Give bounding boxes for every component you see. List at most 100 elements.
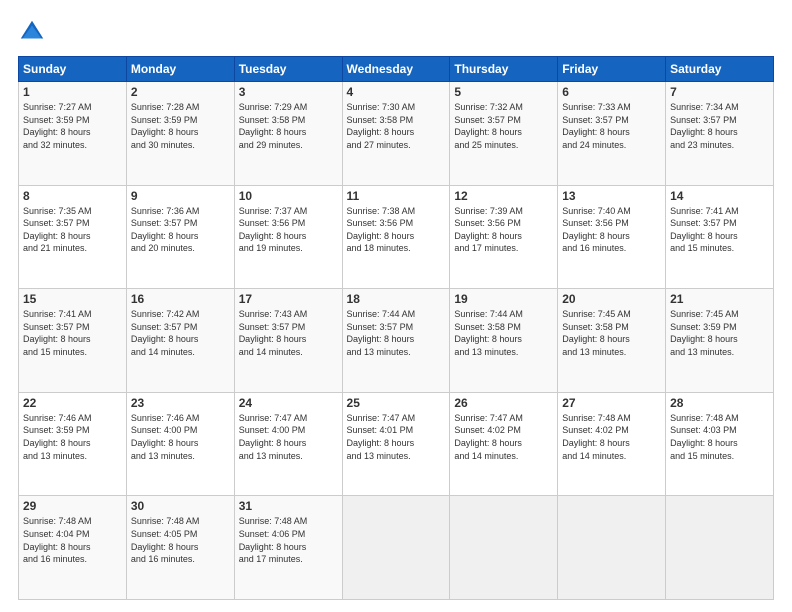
cell-sun-info: Sunrise: 7:47 AMSunset: 4:02 PMDaylight:… — [454, 412, 553, 462]
cell-sun-info: Sunrise: 7:27 AMSunset: 3:59 PMDaylight:… — [23, 101, 122, 151]
calendar-cell: 16 Sunrise: 7:42 AMSunset: 3:57 PMDayligh… — [126, 289, 234, 393]
calendar-cell: 14 Sunrise: 7:41 AMSunset: 3:57 PMDayligh… — [666, 185, 774, 289]
day-number: 22 — [23, 396, 122, 410]
logo-icon — [18, 18, 46, 46]
day-header-tuesday: Tuesday — [234, 57, 342, 82]
calendar-cell: 17 Sunrise: 7:43 AMSunset: 3:57 PMDayligh… — [234, 289, 342, 393]
day-number: 23 — [131, 396, 230, 410]
day-number: 21 — [670, 292, 769, 306]
cell-sun-info: Sunrise: 7:28 AMSunset: 3:59 PMDaylight:… — [131, 101, 230, 151]
cell-sun-info: Sunrise: 7:48 AMSunset: 4:03 PMDaylight:… — [670, 412, 769, 462]
calendar-cell: 21 Sunrise: 7:45 AMSunset: 3:59 PMDayligh… — [666, 289, 774, 393]
day-header-thursday: Thursday — [450, 57, 558, 82]
calendar-cell: 18Sunrise: 7:44 AMSunset: 3:57 PMDayligh… — [342, 289, 450, 393]
calendar-cell: 13 Sunrise: 7:40 AMSunset: 3:56 PMDayligh… — [558, 185, 666, 289]
day-number: 25 — [347, 396, 446, 410]
day-number: 7 — [670, 85, 769, 99]
calendar-week-3: 15Sunrise: 7:41 AMSunset: 3:57 PMDayligh… — [19, 289, 774, 393]
cell-sun-info: Sunrise: 7:29 AMSunset: 3:58 PMDaylight:… — [239, 101, 338, 151]
cell-sun-info: Sunrise: 7:35 AMSunset: 3:57 PMDaylight:… — [23, 205, 122, 255]
logo — [18, 18, 50, 46]
calendar-cell: 9 Sunrise: 7:36 AMSunset: 3:57 PMDaylight… — [126, 185, 234, 289]
calendar-cell: 3 Sunrise: 7:29 AMSunset: 3:58 PMDaylight… — [234, 82, 342, 186]
day-number: 29 — [23, 499, 122, 513]
cell-sun-info: Sunrise: 7:46 AMSunset: 3:59 PMDaylight:… — [23, 412, 122, 462]
calendar-cell: 27 Sunrise: 7:48 AMSunset: 4:02 PMDayligh… — [558, 392, 666, 496]
cell-sun-info: Sunrise: 7:48 AMSunset: 4:04 PMDaylight:… — [23, 515, 122, 565]
header — [18, 18, 774, 46]
cell-sun-info: Sunrise: 7:48 AMSunset: 4:02 PMDaylight:… — [562, 412, 661, 462]
cell-sun-info: Sunrise: 7:47 AMSunset: 4:00 PMDaylight:… — [239, 412, 338, 462]
page: SundayMondayTuesdayWednesdayThursdayFrid… — [0, 0, 792, 612]
calendar-cell: 15Sunrise: 7:41 AMSunset: 3:57 PMDayligh… — [19, 289, 127, 393]
day-number: 24 — [239, 396, 338, 410]
calendar-cell — [342, 496, 450, 600]
cell-sun-info: Sunrise: 7:40 AMSunset: 3:56 PMDaylight:… — [562, 205, 661, 255]
day-number: 1 — [23, 85, 122, 99]
calendar-cell — [666, 496, 774, 600]
day-number: 28 — [670, 396, 769, 410]
calendar-cell: 24 Sunrise: 7:47 AMSunset: 4:00 PMDayligh… — [234, 392, 342, 496]
cell-sun-info: Sunrise: 7:43 AMSunset: 3:57 PMDaylight:… — [239, 308, 338, 358]
day-number: 16 — [131, 292, 230, 306]
calendar-cell: 28 Sunrise: 7:48 AMSunset: 4:03 PMDayligh… — [666, 392, 774, 496]
day-number: 3 — [239, 85, 338, 99]
cell-sun-info: Sunrise: 7:47 AMSunset: 4:01 PMDaylight:… — [347, 412, 446, 462]
day-number: 31 — [239, 499, 338, 513]
day-number: 20 — [562, 292, 661, 306]
calendar-cell: 8 Sunrise: 7:35 AMSunset: 3:57 PMDaylight… — [19, 185, 127, 289]
day-number: 4 — [347, 85, 446, 99]
day-number: 10 — [239, 189, 338, 203]
day-number: 11 — [347, 189, 446, 203]
calendar-cell: 23 Sunrise: 7:46 AMSunset: 4:00 PMDayligh… — [126, 392, 234, 496]
day-number: 17 — [239, 292, 338, 306]
day-header-friday: Friday — [558, 57, 666, 82]
day-number: 8 — [23, 189, 122, 203]
day-number: 9 — [131, 189, 230, 203]
calendar-cell: 6Sunrise: 7:33 AMSunset: 3:57 PMDaylight… — [558, 82, 666, 186]
cell-sun-info: Sunrise: 7:36 AMSunset: 3:57 PMDaylight:… — [131, 205, 230, 255]
cell-sun-info: Sunrise: 7:41 AMSunset: 3:57 PMDaylight:… — [23, 308, 122, 358]
cell-sun-info: Sunrise: 7:45 AMSunset: 3:59 PMDaylight:… — [670, 308, 769, 358]
cell-sun-info: Sunrise: 7:48 AMSunset: 4:06 PMDaylight:… — [239, 515, 338, 565]
calendar-cell: 22 Sunrise: 7:46 AMSunset: 3:59 PMDayligh… — [19, 392, 127, 496]
cell-sun-info: Sunrise: 7:37 AMSunset: 3:56 PMDaylight:… — [239, 205, 338, 255]
calendar-cell: 20 Sunrise: 7:45 AMSunset: 3:58 PMDayligh… — [558, 289, 666, 393]
day-header-sunday: Sunday — [19, 57, 127, 82]
cell-sun-info: Sunrise: 7:30 AMSunset: 3:58 PMDaylight:… — [347, 101, 446, 151]
calendar-cell: 31 Sunrise: 7:48 AMSunset: 4:06 PMDayligh… — [234, 496, 342, 600]
cell-sun-info: Sunrise: 7:46 AMSunset: 4:00 PMDaylight:… — [131, 412, 230, 462]
cell-sun-info: Sunrise: 7:42 AMSunset: 3:57 PMDaylight:… — [131, 308, 230, 358]
cell-sun-info: Sunrise: 7:39 AMSunset: 3:56 PMDaylight:… — [454, 205, 553, 255]
calendar-cell: 19 Sunrise: 7:44 AMSunset: 3:58 PMDayligh… — [450, 289, 558, 393]
day-header-monday: Monday — [126, 57, 234, 82]
calendar-cell: 26 Sunrise: 7:47 AMSunset: 4:02 PMDayligh… — [450, 392, 558, 496]
calendar-cell: 11 Sunrise: 7:38 AMSunset: 3:56 PMDayligh… — [342, 185, 450, 289]
day-number: 30 — [131, 499, 230, 513]
calendar-cell: 5Sunrise: 7:32 AMSunset: 3:57 PMDaylight… — [450, 82, 558, 186]
cell-sun-info: Sunrise: 7:45 AMSunset: 3:58 PMDaylight:… — [562, 308, 661, 358]
calendar-cell: 2 Sunrise: 7:28 AMSunset: 3:59 PMDaylight… — [126, 82, 234, 186]
calendar-cell: 29 Sunrise: 7:48 AMSunset: 4:04 PMDayligh… — [19, 496, 127, 600]
calendar-week-1: 1 Sunrise: 7:27 AMSunset: 3:59 PMDaylight… — [19, 82, 774, 186]
day-number: 26 — [454, 396, 553, 410]
calendar-cell: 1 Sunrise: 7:27 AMSunset: 3:59 PMDaylight… — [19, 82, 127, 186]
calendar-cell — [450, 496, 558, 600]
day-number: 19 — [454, 292, 553, 306]
day-number: 14 — [670, 189, 769, 203]
cell-sun-info: Sunrise: 7:34 AMSunset: 3:57 PMDaylight:… — [670, 101, 769, 151]
day-number: 27 — [562, 396, 661, 410]
day-header-saturday: Saturday — [666, 57, 774, 82]
day-number: 18 — [347, 292, 446, 306]
day-number: 13 — [562, 189, 661, 203]
calendar-header-row: SundayMondayTuesdayWednesdayThursdayFrid… — [19, 57, 774, 82]
day-number: 12 — [454, 189, 553, 203]
cell-sun-info: Sunrise: 7:44 AMSunset: 3:58 PMDaylight:… — [454, 308, 553, 358]
cell-sun-info: Sunrise: 7:33 AMSunset: 3:57 PMDaylight:… — [562, 101, 661, 151]
cell-sun-info: Sunrise: 7:32 AMSunset: 3:57 PMDaylight:… — [454, 101, 553, 151]
calendar-cell: 4 Sunrise: 7:30 AMSunset: 3:58 PMDaylight… — [342, 82, 450, 186]
calendar-week-2: 8 Sunrise: 7:35 AMSunset: 3:57 PMDaylight… — [19, 185, 774, 289]
day-number: 2 — [131, 85, 230, 99]
cell-sun-info: Sunrise: 7:38 AMSunset: 3:56 PMDaylight:… — [347, 205, 446, 255]
cell-sun-info: Sunrise: 7:41 AMSunset: 3:57 PMDaylight:… — [670, 205, 769, 255]
